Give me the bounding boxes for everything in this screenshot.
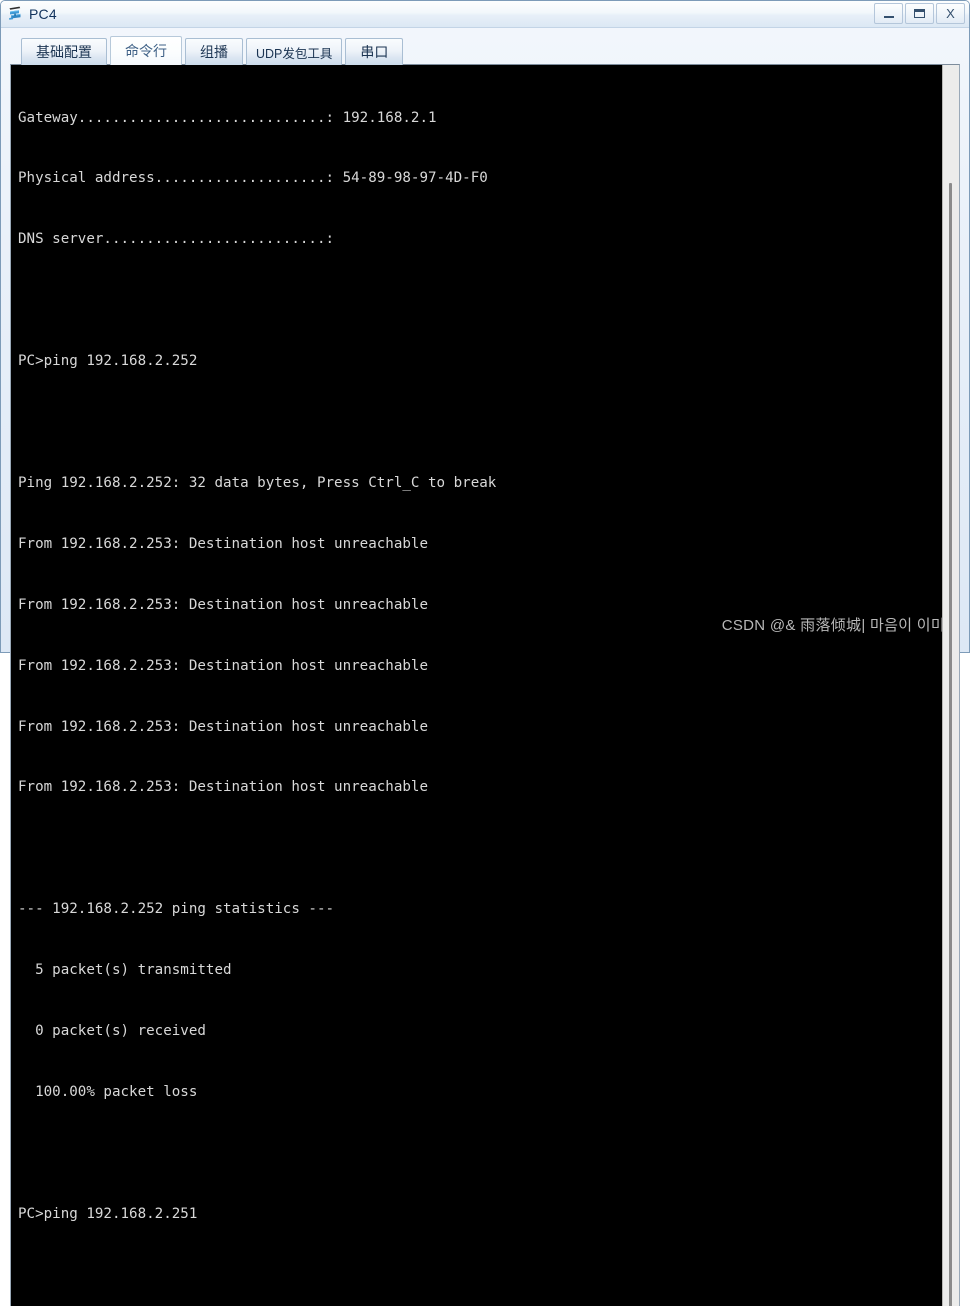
terminal-output[interactable]: Gateway.............................: 19… — [11, 65, 942, 1306]
close-button[interactable]: X — [936, 2, 965, 24]
close-icon: X — [946, 5, 955, 21]
terminal-line: From 192.168.2.253: Destination host unr… — [18, 779, 428, 796]
tab-label: 组播 — [200, 44, 228, 60]
terminal-line: --- 192.168.2.252 ping statistics --- — [18, 901, 335, 918]
terminal-scrollbar[interactable] — [942, 65, 959, 1306]
terminal-line: 0 packet(s) received — [18, 1022, 206, 1039]
terminal-panel: Gateway.............................: 19… — [10, 64, 960, 1306]
pc4-window: PC4 X 基础配置 命令行 组播 UDP发包工具 串口 Gateway....… — [0, 0, 970, 1306]
minimize-button[interactable] — [874, 2, 903, 24]
tab-command-line[interactable]: 命令行 — [110, 36, 182, 65]
terminal-line: From 192.168.2.253: Destination host unr… — [18, 718, 428, 735]
tab-basic-config[interactable]: 基础配置 — [21, 38, 107, 65]
terminal-line: Physical address....................: 54… — [18, 170, 488, 187]
maximize-button[interactable] — [905, 2, 934, 24]
tab-strip: 基础配置 命令行 组播 UDP发包工具 串口 — [10, 35, 960, 65]
terminal-line: DNS server..........................: — [18, 231, 335, 248]
terminal-line: 5 packet(s) transmitted — [18, 962, 232, 979]
client-area: 基础配置 命令行 组播 UDP发包工具 串口 Gateway..........… — [1, 28, 969, 1306]
pc-device-icon — [7, 5, 25, 23]
terminal-line: Ping 192.168.2.252: 32 data bytes, Press… — [18, 474, 497, 491]
scrollbar-thumb[interactable] — [949, 183, 952, 1306]
terminal-line: 100.00% packet loss — [18, 1083, 198, 1100]
terminal-line: From 192.168.2.253: Destination host unr… — [18, 596, 428, 613]
tab-label: 串口 — [360, 44, 389, 60]
terminal-line: PC>ping 192.168.2.252 — [18, 353, 198, 370]
title-bar[interactable]: PC4 X — [1, 1, 969, 28]
terminal-line: PC>ping 192.168.2.251 — [18, 1205, 198, 1222]
window-title: PC4 — [29, 6, 57, 22]
terminal-line: From 192.168.2.253: Destination host unr… — [18, 657, 428, 674]
tab-udp-tool[interactable]: UDP发包工具 — [246, 38, 343, 65]
tab-label: 基础配置 — [36, 44, 92, 60]
terminal-line: Gateway.............................: 19… — [18, 109, 437, 126]
window-controls: X — [872, 2, 965, 24]
terminal-line: From 192.168.2.253: Destination host unr… — [18, 535, 428, 552]
tab-label: 命令行 — [125, 43, 167, 59]
tab-serial-port[interactable]: 串口 — [345, 38, 404, 65]
tab-multicast[interactable]: 组播 — [185, 38, 243, 65]
tab-label: UDP发包工具 — [256, 46, 333, 61]
